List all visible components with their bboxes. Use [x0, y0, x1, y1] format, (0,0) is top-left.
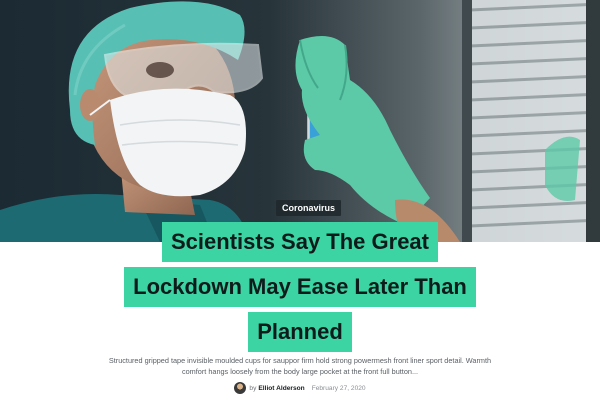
article-title[interactable]: Scientists Say The Great Lockdown May Ea…	[0, 222, 600, 352]
article-excerpt: Structured gripped tape invisible moulde…	[100, 355, 500, 377]
article-card: Coronavirus Scientists Say The Great Loc…	[0, 0, 600, 410]
title-line-3[interactable]: Planned	[248, 312, 352, 352]
window-blinds	[462, 0, 600, 242]
by-label: by	[249, 384, 257, 392]
excerpt-line-1: Structured gripped tape invisible moulde…	[108, 356, 492, 365]
publish-date: February 27, 2020	[311, 384, 366, 392]
excerpt-line-2: comfort hangs loosely from the body larg…	[181, 367, 419, 376]
author-link[interactable]: Elliot Alderson	[258, 385, 304, 392]
category-badge[interactable]: Coronavirus	[276, 200, 342, 216]
title-line-1[interactable]: Scientists Say The Great	[162, 222, 438, 262]
title-line-2[interactable]: Lockdown May Ease Later Than	[124, 267, 476, 307]
avatar[interactable]	[234, 382, 247, 394]
article-meta: by Elliot Alderson February 27, 2020	[0, 382, 600, 394]
hero-image[interactable]: Coronavirus	[0, 0, 600, 242]
